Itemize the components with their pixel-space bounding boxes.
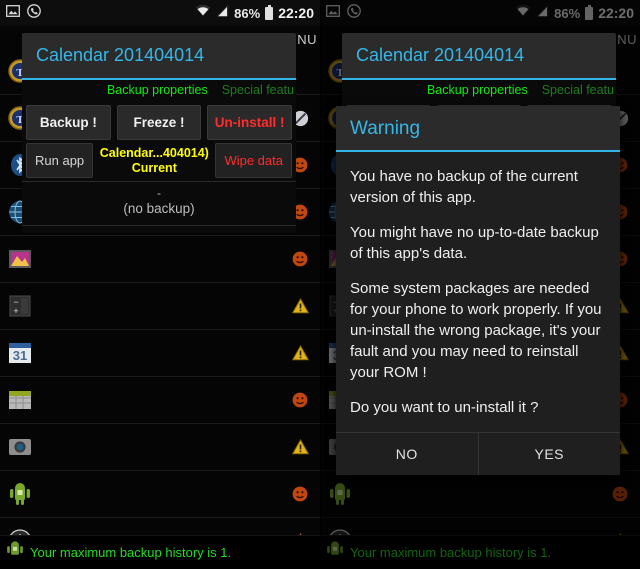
phone-call-icon bbox=[27, 3, 41, 23]
image-icon bbox=[6, 4, 20, 22]
battery-percent-label: 86% bbox=[554, 5, 581, 21]
warning-paragraph-2: You might have no up-to-date backup of t… bbox=[350, 224, 599, 262]
camera-icon bbox=[3, 430, 37, 464]
calculator-icon: −+ bbox=[3, 289, 37, 323]
image-icon bbox=[326, 4, 340, 22]
yes-button[interactable]: YES bbox=[477, 433, 621, 475]
current-version-state: Current bbox=[131, 161, 177, 175]
status-message-label: Your maximum backup history is 1. bbox=[350, 545, 552, 560]
list-item[interactable] bbox=[320, 471, 640, 518]
list-item[interactable] bbox=[0, 377, 320, 424]
phone-call-icon bbox=[347, 3, 361, 23]
calendar-icon: 31 bbox=[3, 336, 37, 370]
smiley-icon bbox=[290, 390, 310, 410]
svg-text:31: 31 bbox=[13, 348, 27, 363]
uninstall-button[interactable]: Un-install ! bbox=[207, 105, 293, 140]
app-dialog-title: Calendar 201404014 bbox=[36, 45, 205, 65]
list-item[interactable] bbox=[0, 424, 320, 471]
freeze-button[interactable]: Freeze ! bbox=[116, 105, 202, 140]
clock-label: 22:20 bbox=[278, 5, 314, 21]
warning-dialog-header: Warning bbox=[336, 106, 620, 152]
battery-icon bbox=[585, 4, 594, 20]
app-dialog-secondary-actions: Run app Calendar...404014) Current Wipe … bbox=[22, 143, 296, 181]
backup-button[interactable]: Backup ! bbox=[26, 105, 111, 140]
app-dialog-header: Calendar 201404014 bbox=[22, 33, 296, 80]
app-dialog-title: Calendar 201404014 bbox=[356, 45, 525, 65]
android-icon bbox=[3, 477, 37, 511]
menu-label-right: NU bbox=[617, 32, 637, 47]
run-app-button[interactable]: Run app bbox=[26, 143, 94, 178]
status-bar-notification-icons bbox=[326, 3, 361, 23]
cell-signal-icon bbox=[216, 4, 229, 22]
screenshot-root: 86% 22:20 NU T T − + 31 Your maximum bac… bbox=[0, 0, 640, 569]
battery-percent-label: 86% bbox=[234, 5, 261, 21]
warning-paragraph-3: Some system packages are needed for your… bbox=[350, 280, 602, 381]
gallery-icon bbox=[3, 242, 37, 276]
list-item[interactable] bbox=[0, 236, 320, 283]
list-item[interactable] bbox=[0, 471, 320, 518]
status-bar-left: 86% 22:20 bbox=[0, 0, 320, 26]
warning-dialog-title: Warning bbox=[350, 118, 421, 139]
current-version-name: Calendar...404014) bbox=[99, 146, 209, 160]
android-icon bbox=[0, 539, 30, 566]
clock-label: 22:20 bbox=[598, 5, 634, 21]
battery-icon bbox=[265, 4, 274, 20]
list-item[interactable]: −+ bbox=[0, 283, 320, 330]
app-dialog-body: Backup properties Special featu Backup !… bbox=[22, 80, 296, 233]
tab-special-features[interactable]: Special featu bbox=[542, 83, 614, 97]
warning-dialog: Warning You have no backup of the curren… bbox=[336, 106, 620, 475]
warning-icon bbox=[290, 437, 310, 457]
app-dialog-header: Calendar 201404014 bbox=[342, 33, 616, 80]
warning-dialog-actions: NO YES bbox=[336, 432, 620, 475]
backup-history-dash: - bbox=[157, 186, 161, 200]
left-panel: 86% 22:20 NU T T − + 31 Your maximum bac… bbox=[0, 0, 320, 569]
right-panel: 86% 22:20 NU T T bbox=[320, 0, 640, 569]
list-item[interactable]: 31 bbox=[0, 330, 320, 377]
app-detail-dialog-left: Calendar 201404014 Backup properties Spe… bbox=[22, 33, 296, 233]
status-message-bar-right: Your maximum backup history is 1. bbox=[320, 535, 640, 569]
cell-signal-icon bbox=[536, 4, 549, 22]
app-dialog-primary-actions: Backup ! Freeze ! Un-install ! bbox=[22, 101, 296, 143]
status-message-bar-left: Your maximum backup history is 1. bbox=[0, 535, 320, 569]
tab-backup-properties[interactable]: Backup properties bbox=[427, 83, 528, 97]
status-message-label: Your maximum backup history is 1. bbox=[30, 545, 232, 560]
app-dialog-footer bbox=[22, 226, 296, 233]
wifi-icon bbox=[515, 4, 531, 22]
android-icon bbox=[320, 539, 350, 566]
app-dialog-tabs: Backup properties Special featu bbox=[342, 80, 616, 101]
smiley-icon bbox=[290, 249, 310, 269]
app-dialog-tabs: Backup properties Special featu bbox=[22, 80, 296, 101]
calendar-storage-icon bbox=[3, 383, 37, 417]
android-icon bbox=[323, 477, 357, 511]
warning-icon bbox=[290, 343, 310, 363]
warning-paragraph-4: Do you want to un-install it ? bbox=[350, 399, 539, 416]
tab-backup-properties[interactable]: Backup properties bbox=[107, 83, 208, 97]
svg-text:+: + bbox=[13, 306, 18, 316]
status-bar-right: 86% 22:20 bbox=[320, 0, 640, 26]
wipe-data-button[interactable]: Wipe data bbox=[215, 143, 292, 178]
menu-label-left: NU bbox=[297, 32, 317, 47]
status-bar-system-icons: 86% 22:20 bbox=[195, 4, 314, 22]
warning-paragraph-1: You have no backup of the current versio… bbox=[350, 168, 578, 206]
status-bar-notification-icons bbox=[6, 3, 41, 23]
backup-history-label: (no backup) bbox=[123, 201, 195, 216]
smiley-icon bbox=[290, 484, 310, 504]
no-button[interactable]: NO bbox=[336, 433, 478, 475]
warning-dialog-body: You have no backup of the current versio… bbox=[336, 152, 620, 432]
tab-special-features[interactable]: Special featu bbox=[222, 83, 294, 97]
wifi-icon bbox=[195, 4, 211, 22]
status-bar-system-icons: 86% 22:20 bbox=[515, 4, 634, 22]
backup-history-row[interactable]: - (no backup) bbox=[22, 181, 296, 226]
warning-icon bbox=[290, 296, 310, 316]
current-version-info: Calendar...404014) Current bbox=[99, 143, 209, 178]
panel-divider bbox=[320, 0, 321, 569]
smiley-icon bbox=[610, 484, 630, 504]
